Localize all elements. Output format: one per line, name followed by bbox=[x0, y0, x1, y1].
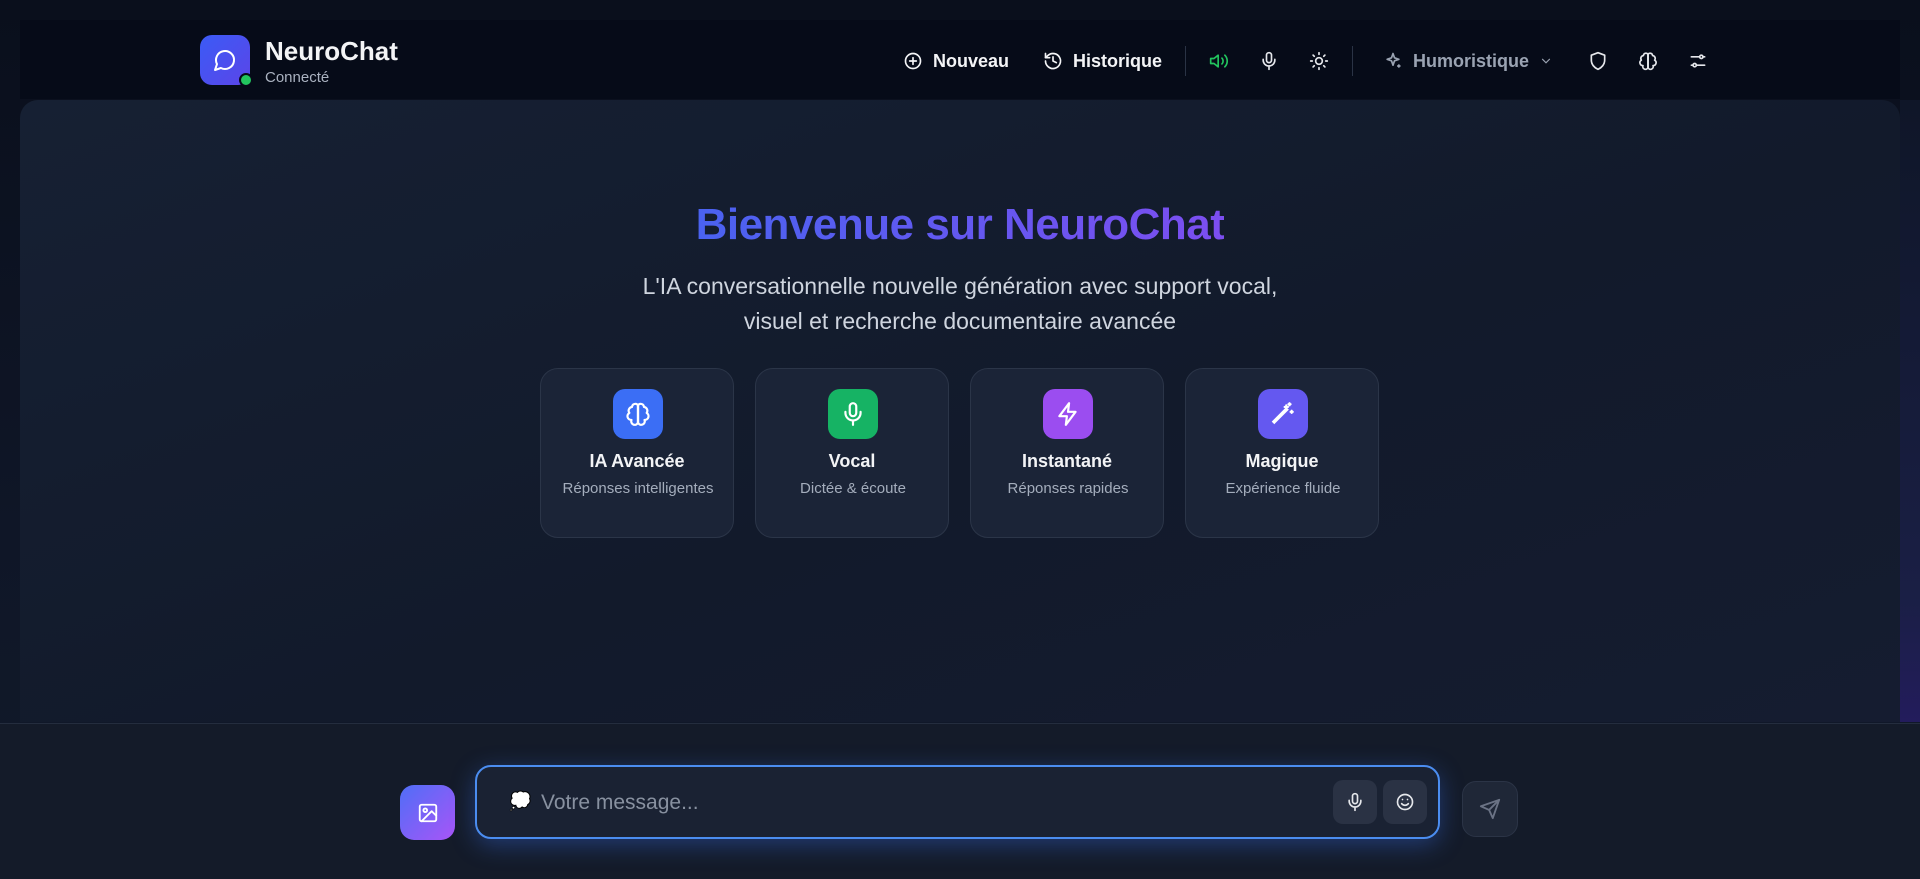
personality-mode-select[interactable]: Humoristique bbox=[1383, 48, 1553, 74]
mic-icon bbox=[844, 402, 862, 426]
chevron-down-icon bbox=[1541, 58, 1551, 64]
feature-card-magique[interactable]: Magique Expérience fluide bbox=[1185, 368, 1379, 538]
settings-button[interactable] bbox=[1685, 48, 1711, 74]
plus-circle-icon bbox=[904, 52, 922, 70]
speaker-toggle[interactable] bbox=[1206, 48, 1232, 74]
privacy-button[interactable] bbox=[1585, 48, 1611, 74]
message-input[interactable] bbox=[539, 781, 1203, 825]
header-divider bbox=[1185, 46, 1186, 76]
feature-icon-bg bbox=[613, 389, 663, 439]
sparkle-icon bbox=[1386, 52, 1401, 68]
history-icon bbox=[1044, 52, 1062, 70]
welcome-title-text: Bienvenue sur NeuroChat bbox=[695, 200, 1225, 249]
feature-card-instantane[interactable]: Instantané Réponses rapides bbox=[970, 368, 1164, 538]
new-chat-button[interactable]: Nouveau bbox=[903, 48, 1009, 74]
feature-icon-bg bbox=[1258, 389, 1308, 439]
feature-card-vocal[interactable]: Vocal Dictée & écoute bbox=[755, 368, 949, 538]
ai-model-button[interactable] bbox=[1635, 48, 1661, 74]
personality-mode-label: Humoristique bbox=[1413, 50, 1530, 71]
dictate-button[interactable] bbox=[1333, 780, 1377, 824]
welcome-title: Bienvenue sur NeuroChat bbox=[0, 200, 1920, 250]
message-input-container: 💭 bbox=[475, 765, 1440, 839]
emoji-button[interactable] bbox=[1383, 780, 1427, 824]
mic-icon bbox=[1262, 51, 1276, 71]
new-chat-label: Nouveau bbox=[933, 50, 1010, 71]
welcome-subtitle: L'IA conversationnelle nouvelle générati… bbox=[560, 269, 1360, 339]
feature-title: Instantané bbox=[1021, 451, 1113, 471]
history-label: Historique bbox=[1073, 50, 1163, 71]
feature-icon-bg bbox=[1043, 389, 1093, 439]
smile-icon bbox=[1396, 793, 1414, 811]
sun-icon bbox=[1309, 51, 1329, 71]
brain-icon bbox=[1639, 52, 1657, 71]
send-icon bbox=[1479, 798, 1501, 820]
feature-title: IA Avancée bbox=[589, 451, 685, 471]
feature-description: Réponses rapides bbox=[1007, 480, 1129, 497]
welcome-subtitle-line-1: L'IA conversationnelle nouvelle générati… bbox=[642, 273, 1278, 299]
feature-title: Vocal bbox=[828, 451, 876, 471]
wand-icon bbox=[1271, 402, 1294, 425]
speaker-icon bbox=[1209, 54, 1229, 68]
welcome-subtitle-line-2: visuel et recherche documentaire avancée bbox=[743, 308, 1177, 334]
header-divider-2 bbox=[1352, 46, 1353, 76]
theme-toggle[interactable] bbox=[1306, 48, 1332, 74]
mic-icon bbox=[1348, 792, 1362, 812]
send-button[interactable] bbox=[1462, 781, 1518, 837]
sliders-icon bbox=[1690, 54, 1706, 68]
feature-icon-bg bbox=[828, 389, 878, 439]
app-title: NeuroChat bbox=[265, 36, 398, 66]
feature-description: Réponses intelligentes bbox=[562, 480, 714, 497]
history-button[interactable]: Historique bbox=[1043, 48, 1162, 74]
online-status-dot bbox=[239, 73, 253, 87]
feature-description: Expérience fluide bbox=[1225, 480, 1341, 497]
panel-edge-glow bbox=[1900, 100, 1920, 722]
image-icon bbox=[418, 803, 437, 822]
thought-bubble-icon: 💭 bbox=[509, 791, 532, 811]
shield-icon bbox=[1590, 51, 1606, 71]
connection-status: Connecté bbox=[265, 69, 330, 86]
brain-icon bbox=[626, 402, 650, 426]
main-panel bbox=[20, 100, 1900, 722]
feature-title: Magique bbox=[1245, 451, 1319, 471]
microphone-toggle[interactable] bbox=[1256, 48, 1282, 74]
feature-description: Dictée & écoute bbox=[800, 480, 906, 497]
chat-bubble-icon bbox=[214, 50, 235, 71]
feature-card-ia[interactable]: IA Avancée Réponses intelligentes bbox=[540, 368, 734, 538]
zap-icon bbox=[1058, 402, 1077, 426]
upload-image-button[interactable] bbox=[400, 785, 455, 840]
